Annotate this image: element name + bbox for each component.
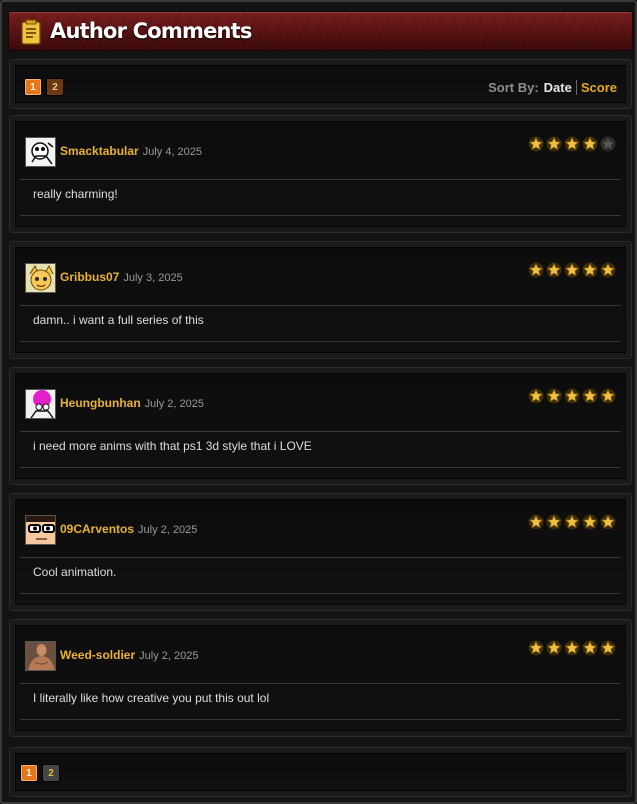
divider (20, 467, 621, 468)
filled-star-icon (600, 388, 616, 404)
avatar[interactable] (25, 263, 56, 293)
username-text[interactable]: Smacktabular (60, 144, 139, 158)
filled-star-icon (582, 262, 598, 278)
filled-star-icon (528, 640, 544, 656)
username-link[interactable]: Smacktabular July 4, 2025 (60, 144, 202, 158)
divider (20, 179, 621, 180)
filled-star-icon (564, 640, 580, 656)
filled-star-icon (546, 136, 562, 152)
module-header: Author Comments (8, 11, 633, 51)
comment-text: i need more anims with that ps1 3d style… (33, 439, 312, 453)
avatar[interactable] (25, 641, 56, 671)
empty-star-icon (600, 136, 616, 152)
sort-by-date-link[interactable]: Date (544, 80, 577, 95)
filled-star-icon (600, 514, 616, 530)
filled-star-icon (528, 136, 544, 152)
divider (20, 593, 621, 594)
filled-star-icon (600, 262, 616, 278)
username-text[interactable]: Gribbus07 (60, 270, 119, 284)
comment-text: damn.. i want a full series of this (33, 313, 204, 327)
filled-star-icon (564, 136, 580, 152)
filled-star-icon (564, 388, 580, 404)
top-pagination: 1 2 (24, 78, 64, 96)
filled-star-icon (600, 640, 616, 656)
sort-by-score-link[interactable]: Score (581, 80, 617, 95)
comment-card: Smacktabular July 4, 2025 really charming… (9, 115, 632, 233)
page-2-button[interactable]: 2 (42, 764, 60, 782)
comment-text: really charming! (33, 187, 118, 201)
page-1-button[interactable]: 1 (24, 78, 42, 96)
comment-card: Heungbunhan July 2, 2025 i need more anim… (9, 367, 632, 485)
username-text[interactable]: Heungbunhan (60, 396, 141, 410)
filled-star-icon (564, 514, 580, 530)
filled-star-icon (582, 514, 598, 530)
divider (20, 557, 621, 558)
avatar[interactable] (25, 137, 56, 167)
divider (20, 215, 621, 216)
divider (20, 305, 621, 306)
username-link[interactable]: Gribbus07 July 3, 2025 (60, 270, 183, 284)
sort-label: Sort By: (488, 80, 539, 95)
divider (20, 431, 621, 432)
filled-star-icon (546, 514, 562, 530)
divider (20, 719, 621, 720)
comment-date: July 2, 2025 (139, 650, 199, 662)
username-text[interactable]: Weed-soldier (60, 648, 135, 662)
filled-star-icon (528, 388, 544, 404)
star-rating (528, 388, 616, 404)
comment-text: I literally like how creative you put th… (33, 691, 270, 705)
filled-star-icon (582, 388, 598, 404)
avatar[interactable] (25, 515, 56, 545)
filled-star-icon (582, 136, 598, 152)
page-2-button[interactable]: 2 (46, 78, 64, 96)
username-link[interactable]: Weed-soldier July 2, 2025 (60, 648, 198, 662)
divider (20, 341, 621, 342)
comment-text: Cool animation. (33, 565, 117, 579)
author-comments-module: Author Comments 1 2 Sort By: Date Score … (0, 0, 637, 804)
comments-toolbar: 1 2 Sort By: Date Score (9, 59, 632, 109)
filled-star-icon (546, 388, 562, 404)
star-rating (528, 262, 616, 278)
username-link[interactable]: Heungbunhan July 2, 2025 (60, 396, 204, 410)
username-link[interactable]: 09CArventos July 2, 2025 (60, 522, 197, 536)
star-rating (528, 514, 616, 530)
comment-card: 09CArventos July 2, 2025 Cool animation. (9, 493, 632, 611)
module-title: Author Comments (50, 19, 252, 43)
filled-star-icon (582, 640, 598, 656)
avatar[interactable] (25, 389, 56, 419)
bottom-pagination: 1 2 (20, 764, 60, 782)
filled-star-icon (528, 262, 544, 278)
divider (20, 683, 621, 684)
notepad-icon (21, 19, 41, 45)
comment-date: July 3, 2025 (123, 272, 183, 284)
filled-star-icon (528, 514, 544, 530)
bottom-pagination-bar: 1 2 (9, 747, 632, 797)
page-1-button[interactable]: 1 (20, 764, 38, 782)
filled-star-icon (564, 262, 580, 278)
star-rating (528, 640, 616, 656)
username-text[interactable]: 09CArventos (60, 522, 134, 536)
comment-date: July 4, 2025 (142, 146, 203, 158)
star-rating (528, 136, 616, 152)
comment-date: July 2, 2025 (138, 524, 198, 536)
comment-card: Gribbus07 July 3, 2025 damn.. i want a fu… (9, 241, 632, 359)
comment-card: Weed-soldier July 2, 2025 I literally lik… (9, 619, 632, 737)
filled-star-icon (546, 640, 562, 656)
sort-controls: Sort By: Date Score (488, 80, 617, 95)
filled-star-icon (546, 262, 562, 278)
comment-date: July 2, 2025 (144, 398, 204, 410)
